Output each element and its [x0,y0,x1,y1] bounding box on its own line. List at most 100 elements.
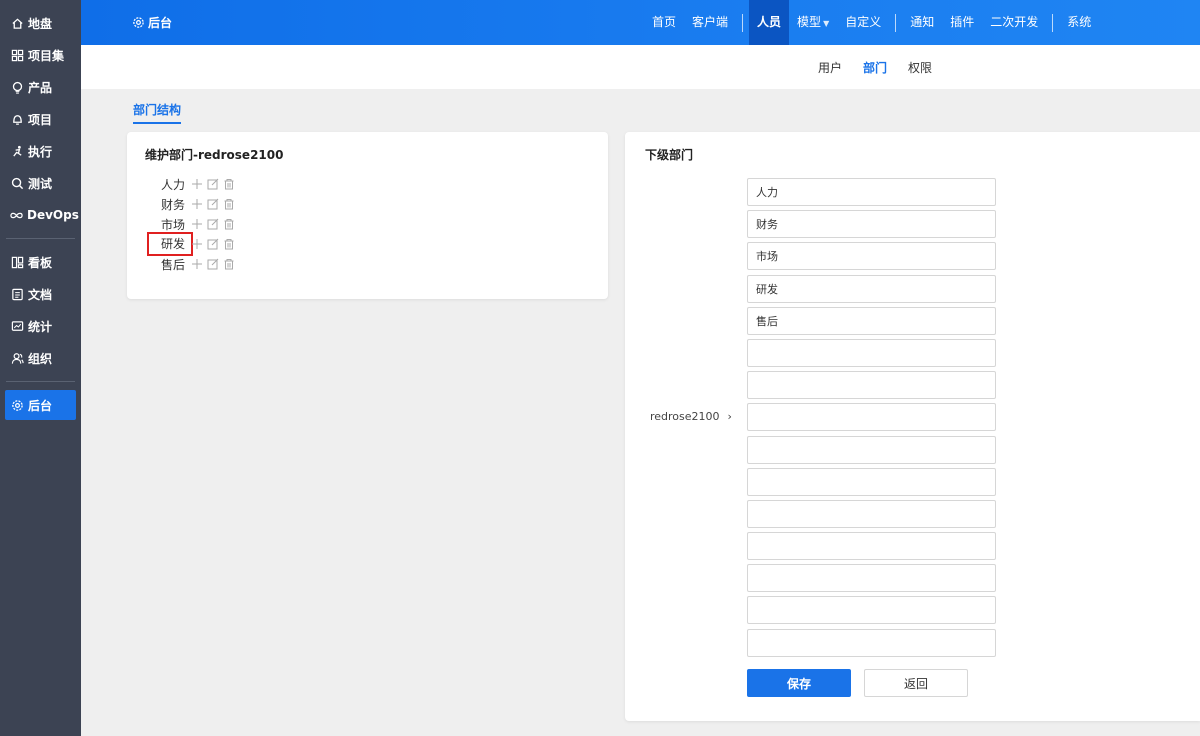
home-icon [10,16,24,30]
move-icon[interactable] [191,218,203,230]
nav-divider [742,13,744,32]
sidebar-item-test[interactable]: 测试 [5,168,76,198]
sidebar-item-kanban[interactable]: 看板 [5,247,76,277]
sidebar-item-label: 组织 [28,351,53,366]
department-tree-panel: 维护部门-redrose2100 人力 财务 市场 研发 售后 [127,132,608,299]
delete-icon[interactable] [223,238,235,250]
sidebar-divider [6,381,75,382]
department-input[interactable] [747,242,996,271]
sidebar-item-devops[interactable]: DevOps [5,200,79,230]
nav-notify[interactable]: 通知 [902,0,942,45]
tree-node-highlighted: 研发 [147,232,239,256]
parent-department-name: redrose2100 [650,410,720,423]
brand-label: 后台 [148,16,173,30]
department-input[interactable] [747,178,996,206]
tree-node-label[interactable]: 人力 [149,176,191,193]
top-nav: 首页 客户端 人员 模型 ▼ 自定义 通知 插件 二次开发 系统 [644,0,1099,45]
panel-title: 维护部门-redrose2100 [145,148,284,162]
delete-icon[interactable] [223,218,235,230]
tree-node-label[interactable]: 研发 [147,232,193,256]
department-input[interactable] [747,274,996,303]
nav-home[interactable]: 首页 [644,0,684,45]
panel-title: 下级部门 [645,148,694,162]
edit-icon[interactable] [207,258,219,270]
tree-node-label[interactable]: 售后 [149,256,191,273]
nav-plugin[interactable]: 插件 [942,0,982,45]
tab-permissions[interactable]: 权限 [908,59,932,76]
nav-client[interactable]: 客户端 [684,0,736,45]
delete-icon[interactable] [223,198,235,210]
nav-model[interactable]: 模型 ▼ [789,0,837,45]
delete-icon[interactable] [223,258,235,270]
bell-icon [10,112,24,126]
doc-icon [10,287,24,301]
delete-icon[interactable] [223,178,235,190]
edit-icon[interactable] [207,198,219,210]
tree-node-label[interactable]: 财务 [149,196,191,213]
department-input[interactable] [747,499,996,528]
sidebar-item-dashboard[interactable]: 地盘 [5,8,76,38]
gear-icon [10,398,24,412]
move-icon[interactable] [191,198,203,210]
nav-system[interactable]: 系统 [1059,0,1099,45]
sidebar-item-label: 地盘 [28,16,53,31]
department-input[interactable] [747,306,996,335]
sub-nav: 用户 部门 权限 [81,45,1200,89]
chevron-down-icon: ▼ [823,19,830,28]
sidebar-item-org[interactable]: 组织 [5,343,76,373]
tab-department-structure[interactable]: 部门结构 [133,101,182,124]
sidebar-divider [6,238,75,239]
sidebar-item-label: 项目 [28,112,53,127]
sidebar-item-admin[interactable]: 后台 [5,390,76,420]
sidebar-item-execution[interactable]: 执行 [5,136,76,166]
nav-dev[interactable]: 二次开发 [982,0,1046,45]
sidebar-item-label: 看板 [28,255,53,270]
sidebar-item-project[interactable]: 项目 [5,104,76,134]
department-input[interactable] [747,596,996,625]
users-icon [10,351,24,365]
tree-node-label[interactable]: 市场 [149,216,191,233]
sub-department-inputs [747,178,996,661]
department-input[interactable] [747,371,996,400]
move-icon[interactable] [191,178,203,190]
sidebar-item-doc[interactable]: 文档 [5,279,76,309]
department-input[interactable] [747,467,996,496]
run-icon [10,144,24,158]
move-icon[interactable] [191,238,203,250]
department-input[interactable] [747,403,996,432]
tree-node: 售后 [149,254,239,274]
department-tree: 人力 财务 市场 研发 售后 [147,174,239,274]
search-icon [10,176,24,190]
sidebar-item-label: 测试 [28,176,53,191]
nav-model-label: 模型 [797,15,822,29]
department-input[interactable] [747,435,996,464]
tree-node: 人力 [149,174,239,194]
department-input[interactable] [747,532,996,561]
sidebar-item-label: 文档 [28,287,53,302]
nav-people[interactable]: 人员 [749,0,790,45]
sidebar: 地盘 项目集 产品 项目 执行 测试 DevOps 看板 文档 统计 组织 后台 [0,0,81,736]
save-button[interactable]: 保存 [747,669,851,697]
brand[interactable]: 后台 [132,14,172,31]
sidebar-item-product[interactable]: 产品 [5,72,76,102]
department-input[interactable] [747,564,996,593]
move-icon[interactable] [191,258,203,270]
nav-custom[interactable]: 自定义 [837,0,889,45]
department-input[interactable] [747,338,996,367]
department-input[interactable] [747,210,996,239]
tree-node: 财务 [149,194,239,214]
sidebar-item-label: 后台 [28,398,53,413]
edit-icon[interactable] [207,178,219,190]
tab-users[interactable]: 用户 [818,59,842,76]
chart-icon [10,319,24,333]
edit-icon[interactable] [207,218,219,230]
sidebar-item-label: 项目集 [28,48,65,63]
nav-divider [895,13,897,32]
sidebar-item-stats[interactable]: 统计 [5,311,76,341]
kanban-icon [10,255,24,269]
sidebar-item-program[interactable]: 项目集 [5,40,76,70]
department-input[interactable] [747,628,996,657]
edit-icon[interactable] [207,238,219,250]
back-button[interactable]: 返回 [864,669,968,697]
tab-departments[interactable]: 部门 [863,59,887,76]
